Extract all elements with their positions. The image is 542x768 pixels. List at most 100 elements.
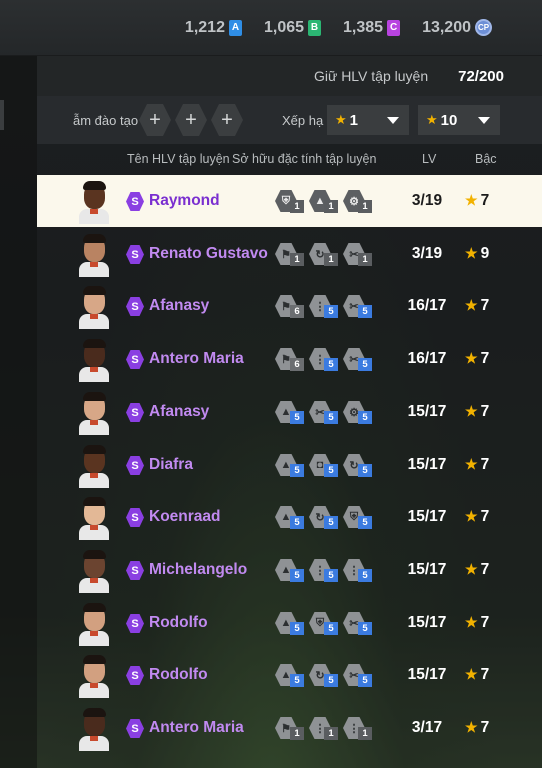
- coach-grade: ★ 9: [465, 245, 489, 263]
- avatar-collar: [90, 473, 98, 478]
- coach-row[interactable]: S Afanasy ⚑ 6 ⋮ 5 ✂ 5 16/17 ★ 7: [37, 280, 542, 332]
- training-trait[interactable]: ⚑ 6: [275, 293, 309, 320]
- coach-row[interactable]: S Afanasy ▲ 5 ✂ 5 ⚙ 5 15/17 ★ 7: [37, 386, 542, 438]
- training-trait[interactable]: ↻ 5: [309, 662, 343, 689]
- training-trait[interactable]: ⚙ 5: [343, 399, 377, 426]
- training-trait[interactable]: ⋮ 1: [309, 715, 343, 742]
- coach-name: Afanasy: [149, 297, 210, 314]
- trait-level: 5: [290, 674, 304, 687]
- star-icon: ★: [465, 719, 478, 735]
- training-trait[interactable]: ⛨ 1: [275, 188, 309, 215]
- training-trait[interactable]: ↻ 1: [309, 241, 343, 268]
- trait-level: 1: [290, 727, 304, 740]
- coach-name: Afanasy: [149, 403, 210, 420]
- training-trait[interactable]: ▲ 5: [275, 452, 309, 479]
- coach-level: 15/17: [407, 614, 447, 631]
- training-trait[interactable]: ✂ 5: [343, 610, 377, 637]
- training-trait[interactable]: ✂ 5: [343, 293, 377, 320]
- cp-coin-icon: CP: [475, 19, 492, 36]
- season-badge-icon: S: [126, 719, 144, 738]
- training-trait[interactable]: ▲ 5: [275, 399, 309, 426]
- currency-b-icon: B: [308, 19, 322, 36]
- training-trait[interactable]: ⛨ 5: [343, 504, 377, 531]
- add-filter-button-2[interactable]: +: [175, 104, 207, 136]
- rank-from-select[interactable]: ★ 1: [327, 105, 409, 135]
- season-badge-icon: S: [126, 297, 144, 316]
- coach-level: 15/17: [407, 666, 447, 683]
- avatar-hair: [83, 339, 106, 348]
- avatar-collar: [90, 262, 98, 267]
- coach-avatar: [79, 549, 109, 593]
- training-trait[interactable]: ⚑ 1: [275, 241, 309, 268]
- grade-value: 7: [480, 719, 490, 736]
- training-trait[interactable]: ⚑ 1: [275, 715, 309, 742]
- coach-grade: ★ 7: [465, 192, 489, 210]
- training-trait[interactable]: ◘ 5: [309, 452, 343, 479]
- avatar-hair: [83, 181, 106, 190]
- coach-row[interactable]: S Raymond ⛨ 1 ▲ 1 ⚙ 1 3/19 ★ 7: [37, 175, 542, 227]
- coach-row[interactable]: S Antero Maria ⚑ 6 ⋮ 5 ✂ 5 16/17 ★ 7: [37, 333, 542, 385]
- header-lv: LV: [422, 152, 437, 166]
- training-trait[interactable]: ▲ 5: [275, 557, 309, 584]
- coach-avatar: [79, 496, 109, 540]
- coach-row[interactable]: S Koenraad ▲ 5 ↻ 5 ⛨ 5 15/17 ★ 7: [37, 491, 542, 543]
- training-trait[interactable]: ⋮ 1: [343, 715, 377, 742]
- training-trait[interactable]: ▲ 5: [275, 610, 309, 637]
- avatar-hair: [83, 445, 106, 454]
- training-trait[interactable]: ⚙ 1: [343, 188, 377, 215]
- coach-level: 15/17: [407, 403, 447, 420]
- coach-level: 15/17: [407, 456, 447, 473]
- training-trait[interactable]: ▲ 1: [309, 188, 343, 215]
- coach-row[interactable]: S Michelangelo ▲ 5 ⋮ 5 ⋮ 5 15/17 ★ 7: [37, 544, 542, 596]
- training-trait[interactable]: ▲ 5: [275, 662, 309, 689]
- trait-level: 5: [358, 674, 372, 687]
- currency-c: 1,385 C: [343, 19, 401, 37]
- rank-to-select[interactable]: ★ 10: [418, 105, 500, 135]
- currency-a-icon: A: [228, 19, 242, 36]
- coach-row[interactable]: S Rodolfo ▲ 5 ↻ 5 ✂ 5 15/17 ★ 7: [37, 649, 542, 701]
- trait-level: 5: [324, 358, 338, 371]
- chevron-down-icon: [478, 117, 490, 124]
- season-badge-icon: S: [126, 561, 144, 580]
- coach-name: Rodolfo: [149, 614, 208, 631]
- star-icon: ★: [465, 403, 478, 419]
- season-badge-icon: S: [126, 350, 144, 369]
- coach-grade: ★ 7: [465, 350, 489, 368]
- training-trait[interactable]: ✂ 5: [343, 662, 377, 689]
- training-trait[interactable]: ⋮ 5: [309, 293, 343, 320]
- avatar-collar: [90, 736, 98, 741]
- trait-level: 6: [290, 358, 304, 371]
- trait-level: 5: [290, 622, 304, 635]
- coach-row[interactable]: S Renato Gustavo ⚑ 1 ↻ 1 ✂ 1 3/19 ★ 9: [37, 228, 542, 280]
- training-trait[interactable]: ⋮ 5: [343, 557, 377, 584]
- add-filter-button-1[interactable]: +: [139, 104, 171, 136]
- header-name: Tên HLV tập luyện: [127, 152, 230, 166]
- training-trait[interactable]: ↻ 5: [309, 504, 343, 531]
- coach-avatar: [79, 338, 109, 382]
- trait-level: 5: [358, 516, 372, 529]
- season-badge-icon: S: [126, 666, 144, 685]
- holder-label: Giữ HLV tập luyện: [313, 68, 429, 84]
- training-trait[interactable]: ✂ 5: [309, 399, 343, 426]
- training-trait[interactable]: ⋮ 5: [309, 346, 343, 373]
- add-filter-button-3[interactable]: +: [211, 104, 243, 136]
- training-trait[interactable]: ⋮ 5: [309, 557, 343, 584]
- coach-holder-bar: Giữ HLV tập luyện 72/200: [37, 56, 542, 96]
- coach-level: 3/17: [411, 719, 443, 736]
- training-trait[interactable]: ✂ 1: [343, 241, 377, 268]
- coach-avatar: [79, 707, 109, 751]
- coach-name: Raymond: [149, 192, 220, 209]
- trait-level: 5: [358, 411, 372, 424]
- training-trait[interactable]: ▲ 5: [275, 504, 309, 531]
- training-trait[interactable]: ⚑ 6: [275, 346, 309, 373]
- avatar-collar: [90, 314, 98, 319]
- trait-level: 1: [324, 253, 338, 266]
- currency-b-value: 1,065: [263, 18, 305, 36]
- coach-name: Michelangelo: [149, 561, 248, 578]
- coach-row[interactable]: S Rodolfo ▲ 5 ⛨ 5 ✂ 5 15/17 ★ 7: [37, 597, 542, 649]
- training-trait[interactable]: ↻ 5: [343, 452, 377, 479]
- coach-row[interactable]: S Antero Maria ⚑ 1 ⋮ 1 ⋮ 1 3/17 ★ 7: [37, 702, 542, 754]
- training-trait[interactable]: ⛨ 5: [309, 610, 343, 637]
- training-trait[interactable]: ✂ 5: [343, 346, 377, 373]
- coach-row[interactable]: S Diafra ▲ 5 ◘ 5 ↻ 5 15/17 ★ 7: [37, 439, 542, 491]
